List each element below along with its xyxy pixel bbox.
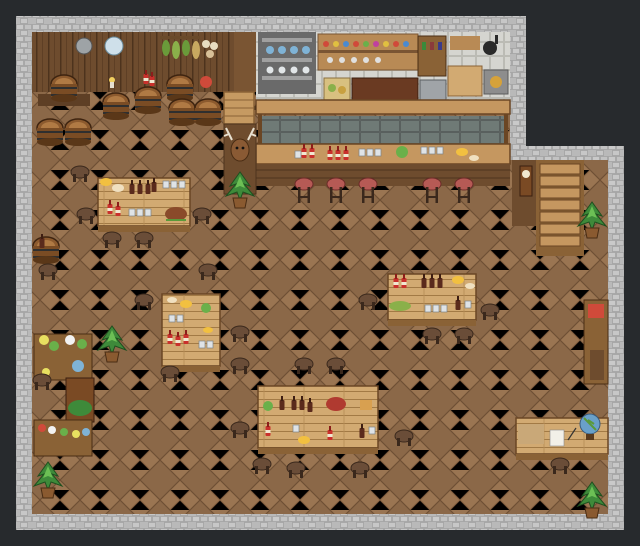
bar-counter[interactable] [255,143,511,165]
bar-backsplash [262,116,504,144]
stove [419,79,447,101]
game-map [0,0,640,546]
hanging-pot [75,37,93,55]
pendulum-clock [519,165,533,197]
book [588,304,604,318]
kitchen-cabinet [351,77,419,101]
tavern-map [0,0,640,546]
fruit-basket [323,77,351,101]
map-scroll [518,424,544,444]
food-plate [396,146,408,158]
apple-crate [200,76,212,88]
paper [549,429,565,447]
staircase[interactable] [536,160,584,256]
pot-shelf [450,36,480,50]
roast-ham [326,397,346,411]
roast-turkey [165,207,187,221]
flower-planter [33,419,93,457]
frying-pan [483,41,497,55]
wood-pillar [234,32,256,92]
fish-plate [389,301,411,311]
flower-planter [33,333,93,381]
prep-table [447,65,483,97]
bar-shelf [255,99,511,115]
dining-table[interactable] [257,385,379,454]
hanging-lamp [104,36,124,56]
